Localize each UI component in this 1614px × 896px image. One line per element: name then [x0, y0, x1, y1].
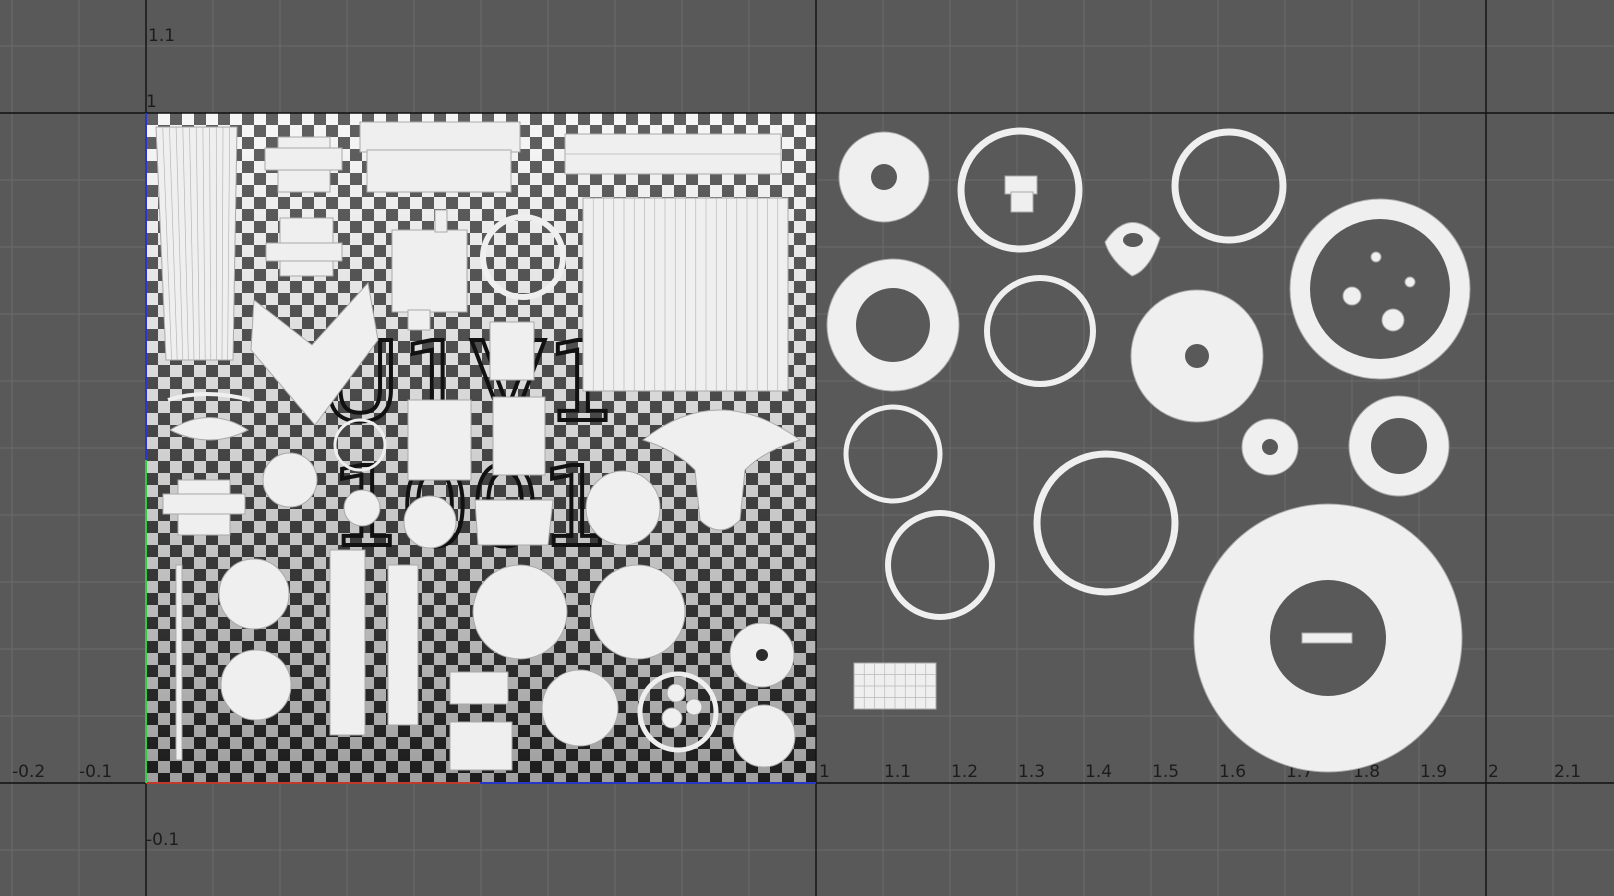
- uv-shell-tab[interactable]: [264, 147, 343, 171]
- uv-shell-small-box[interactable]: [407, 399, 472, 481]
- uv-shell-small-box[interactable]: [449, 721, 513, 771]
- uv-shell-ring[interactable]: [1171, 128, 1287, 244]
- x-tick-label: 1.6: [1219, 762, 1246, 782]
- x-tick-label: 2.1: [1554, 762, 1581, 782]
- uv-shell-disc[interactable]: [585, 470, 661, 546]
- uv-shell-cross[interactable]: [434, 209, 448, 233]
- uv-shell-sphere[interactable]: [472, 564, 568, 660]
- x-tick-label: 1: [819, 762, 830, 782]
- uv-shell-ring[interactable]: [1033, 450, 1179, 596]
- uv-shell-disc[interactable]: [541, 669, 619, 747]
- uv-shell-thin-strip[interactable]: [175, 564, 183, 761]
- x-tick-label: 2: [1488, 762, 1499, 782]
- x-tick-label: 1.4: [1085, 762, 1112, 782]
- uv-shell-sphere[interactable]: [590, 564, 686, 660]
- uv-shell-disc[interactable]: [732, 704, 796, 768]
- uv-shell-tab[interactable]: [265, 242, 343, 262]
- uv-shell-small-box[interactable]: [492, 396, 546, 476]
- uv-shell-ring[interactable]: [843, 404, 943, 504]
- y-tick-label: -0.1: [146, 830, 179, 850]
- uv-shell-box[interactable]: [366, 149, 512, 193]
- uv-shell-cone[interactable]: [1104, 221, 1161, 277]
- uv-editor-viewport[interactable]: U1V1 1001 -0.2 -0.1 1 1.1 1.2 1.3 1.4 1.…: [0, 0, 1614, 896]
- y-tick-label: 1: [146, 92, 157, 112]
- uv-shell-drum[interactable]: [474, 499, 554, 546]
- uv-shell-tall-panel[interactable]: [155, 126, 238, 361]
- uv-shell-disc[interactable]: [220, 649, 292, 721]
- uv-shell-small-box[interactable]: [449, 671, 509, 705]
- uv-shell-disc[interactable]: [218, 558, 290, 630]
- uv-shell-disc[interactable]: [403, 495, 457, 549]
- x-tick-label: -0.1: [79, 762, 112, 782]
- uv-shells-tile-1002[interactable]: [826, 127, 1471, 773]
- uv-shell-cross[interactable]: [407, 309, 431, 331]
- x-tick-label: 1.3: [1018, 762, 1045, 782]
- x-tick-label: 1.1: [884, 762, 911, 782]
- uv-canvas[interactable]: U1V1 1001 -0.2 -0.1 1 1.1 1.2 1.3 1.4 1.…: [0, 0, 1614, 896]
- x-tick-label: -0.2: [12, 762, 45, 782]
- x-tick-label: 1.5: [1152, 762, 1179, 782]
- uv-shell-box[interactable]: [359, 121, 521, 153]
- y-tick-label: 1.1: [148, 26, 175, 46]
- uv-shell-ring[interactable]: [885, 510, 995, 620]
- x-tick-label: 1.9: [1420, 762, 1447, 782]
- uv-shell-long-strip[interactable]: [387, 564, 419, 726]
- x-tick-label: 1.2: [951, 762, 978, 782]
- uv-shell-long-strip[interactable]: [329, 549, 366, 736]
- uv-shell-tab[interactable]: [162, 493, 246, 515]
- uv-shell-ring[interactable]: [984, 275, 1096, 387]
- uv-shell-cross[interactable]: [391, 229, 468, 313]
- uv-shell-disc[interactable]: [343, 489, 381, 527]
- uv-shell-small-box[interactable]: [489, 321, 535, 381]
- uv-shell-disc[interactable]: [262, 452, 318, 508]
- uv-shell-striped-block[interactable]: [582, 197, 789, 392]
